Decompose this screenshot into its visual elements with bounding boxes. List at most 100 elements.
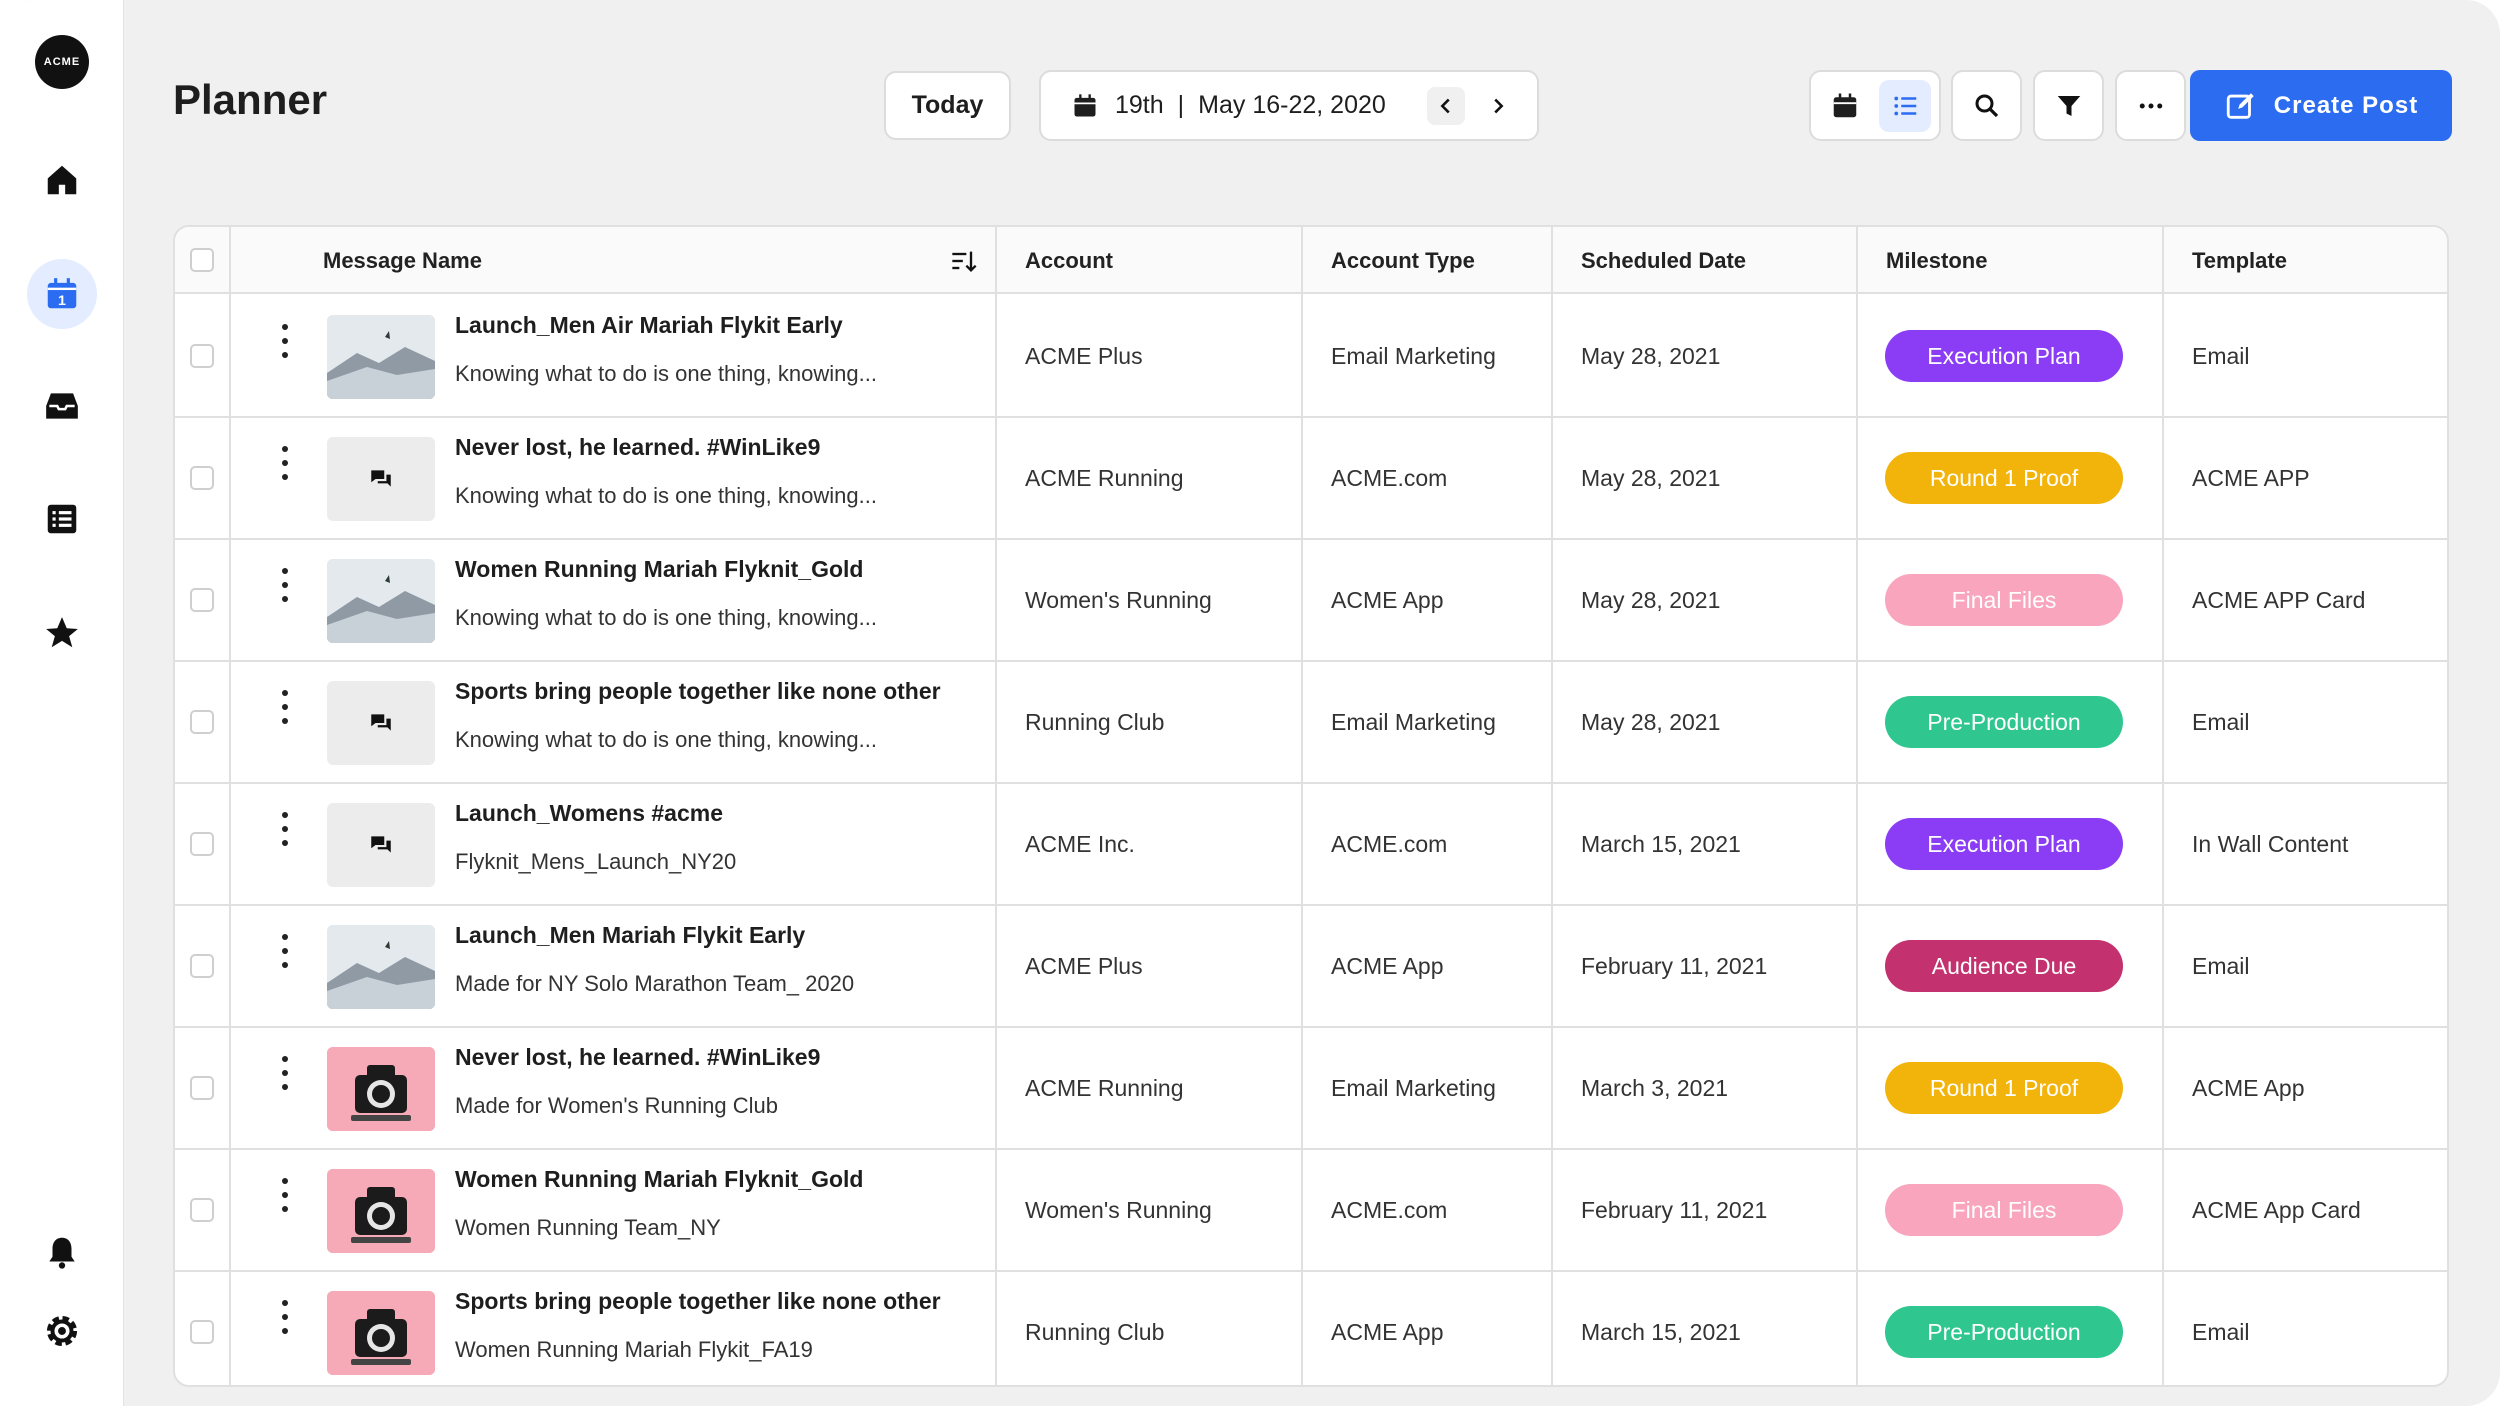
table-row[interactable]: Sports bring people together like none o… <box>175 1272 2447 1385</box>
message-preview: Knowing what to do is one thing, knowing… <box>455 361 877 386</box>
account-type-cell: ACME.com <box>1331 831 1448 857</box>
column-header-template[interactable]: Template <box>2192 227 2287 294</box>
create-post-button[interactable]: Create Post <box>2190 70 2452 141</box>
row-menu-button[interactable] <box>275 934 295 968</box>
date-range-picker[interactable]: 19th | May 16-22, 2020 <box>1039 70 1539 141</box>
table-row[interactable]: Women Running Mariah Flyknit_Gold Knowing… <box>175 540 2447 662</box>
row-checkbox[interactable] <box>190 588 214 612</box>
milestone-badge[interactable]: Round 1 Proof <box>1885 452 2123 504</box>
table-row[interactable]: Launch_Men Air Mariah Flykit Early Knowin… <box>175 296 2447 418</box>
select-all-checkbox[interactable] <box>190 248 214 272</box>
column-header-scheduled-date[interactable]: Scheduled Date <box>1581 227 1746 294</box>
row-checkbox[interactable] <box>190 344 214 368</box>
column-header-account[interactable]: Account <box>1025 227 1113 294</box>
list-icon <box>1894 96 1917 115</box>
kebab-dot <box>282 840 288 846</box>
column-header-message-name[interactable]: Message Name <box>323 227 482 294</box>
milestone-badge[interactable]: Pre-Production <box>1885 1306 2123 1358</box>
milestone-badge[interactable]: Pre-Production <box>1885 696 2123 748</box>
row-menu-button[interactable] <box>275 812 295 846</box>
scheduled-date-cell: March 15, 2021 <box>1581 831 1741 857</box>
sidebar-item-settings[interactable] <box>27 1296 97 1366</box>
row-checkbox[interactable] <box>190 1076 214 1100</box>
milestone-badge[interactable]: Round 1 Proof <box>1885 1062 2123 1114</box>
kebab-dot <box>282 1314 288 1320</box>
message-preview: Knowing what to do is one thing, knowing… <box>455 727 877 752</box>
more-options-button[interactable] <box>2115 70 2186 141</box>
message-preview: Women Running Mariah Flykit_FA19 <box>455 1337 813 1362</box>
sidebar-item-inbox[interactable] <box>27 371 97 441</box>
scheduled-date-cell: May 28, 2021 <box>1581 709 1721 735</box>
sidebar-item-notifications[interactable] <box>27 1217 97 1287</box>
message-title[interactable]: Women Running Mariah Flyknit_Gold <box>455 1166 863 1193</box>
sort-icon[interactable] <box>950 247 978 275</box>
row-menu-button[interactable] <box>275 690 295 724</box>
post-thumbnail[interactable] <box>327 681 435 765</box>
search-button[interactable] <box>1951 70 2022 141</box>
milestone-badge[interactable]: Execution Plan <box>1885 330 2123 382</box>
post-thumbnail[interactable] <box>327 803 435 887</box>
milestone-badge[interactable]: Execution Plan <box>1885 818 2123 870</box>
kebab-dot <box>282 934 288 940</box>
row-checkbox[interactable] <box>190 1320 214 1344</box>
sidebar-item-favorites[interactable] <box>27 598 97 668</box>
post-thumbnail[interactable] <box>327 1291 435 1375</box>
post-thumbnail[interactable] <box>327 1047 435 1131</box>
row-menu-button[interactable] <box>275 568 295 602</box>
table-row[interactable]: Women Running Mariah Flyknit_Gold Women R… <box>175 1150 2447 1272</box>
post-thumbnail[interactable] <box>327 437 435 521</box>
row-menu-button[interactable] <box>275 446 295 480</box>
milestone-badge[interactable]: Final Files <box>1885 574 2123 626</box>
row-menu-button[interactable] <box>275 1300 295 1334</box>
account-type-cell: Email Marketing <box>1331 709 1496 735</box>
table-row[interactable]: Launch_Womens #acme Flyknit_Mens_Launch_N… <box>175 784 2447 906</box>
post-thumbnail[interactable] <box>327 1169 435 1253</box>
camera-image <box>327 1047 435 1131</box>
message-title[interactable]: Never lost, he learned. #WinLike9 <box>455 1044 820 1071</box>
table-row[interactable]: Never lost, he learned. #WinLike9 Made fo… <box>175 1028 2447 1150</box>
sidebar-item-list[interactable] <box>27 484 97 554</box>
next-week-button[interactable] <box>1479 87 1517 125</box>
row-checkbox[interactable] <box>190 466 214 490</box>
message-title[interactable]: Women Running Mariah Flyknit_Gold <box>455 556 863 583</box>
column-header-account-type[interactable]: Account Type <box>1331 227 1475 294</box>
row-menu-button[interactable] <box>275 1056 295 1090</box>
today-button[interactable]: Today <box>884 71 1011 140</box>
row-checkbox[interactable] <box>190 954 214 978</box>
milestone-badge[interactable]: Audience Due <box>1885 940 2123 992</box>
filter-button[interactable] <box>2033 70 2104 141</box>
row-checkbox[interactable] <box>190 832 214 856</box>
post-thumbnail[interactable] <box>327 315 435 399</box>
list-view-button[interactable] <box>1879 79 1931 132</box>
chat-icon <box>371 470 391 487</box>
kebab-dot <box>282 704 288 710</box>
message-title[interactable]: Launch_Womens #acme <box>455 800 723 827</box>
message-title[interactable]: Launch_Men Mariah Flykit Early <box>455 922 805 949</box>
calendar-view-button[interactable] <box>1819 80 1871 132</box>
milestone-badge[interactable]: Final Files <box>1885 1184 2123 1236</box>
table-row[interactable]: Sports bring people together like none o… <box>175 662 2447 784</box>
message-title[interactable]: Launch_Men Air Mariah Flykit Early <box>455 312 843 339</box>
row-checkbox[interactable] <box>190 1198 214 1222</box>
column-header-milestone[interactable]: Milestone <box>1886 227 1987 294</box>
camera-image <box>327 1291 435 1375</box>
account-cell: Running Club <box>1025 709 1165 735</box>
message-title[interactable]: Never lost, he learned. #WinLike9 <box>455 434 820 461</box>
post-thumbnail[interactable] <box>327 925 435 1009</box>
acme-logo[interactable]: ACME <box>35 35 89 89</box>
kebab-dot <box>282 338 288 344</box>
sidebar-item-home[interactable] <box>27 145 97 215</box>
message-title[interactable]: Sports bring people together like none o… <box>455 1288 941 1315</box>
page-title: Planner <box>173 76 328 123</box>
table-row[interactable]: Launch_Men Mariah Flykit Early Made for N… <box>175 906 2447 1028</box>
kebab-dot <box>282 446 288 452</box>
account-cell: ACME Inc. <box>1025 831 1135 857</box>
post-thumbnail[interactable] <box>327 559 435 643</box>
table-row[interactable]: Never lost, he learned. #WinLike9 Knowing… <box>175 418 2447 540</box>
row-checkbox[interactable] <box>190 710 214 734</box>
previous-week-button[interactable] <box>1427 87 1465 125</box>
message-title[interactable]: Sports bring people together like none o… <box>455 678 941 705</box>
row-menu-button[interactable] <box>275 324 295 358</box>
row-menu-button[interactable] <box>275 1178 295 1212</box>
sidebar-item-calendar[interactable]: 1 <box>27 259 97 329</box>
